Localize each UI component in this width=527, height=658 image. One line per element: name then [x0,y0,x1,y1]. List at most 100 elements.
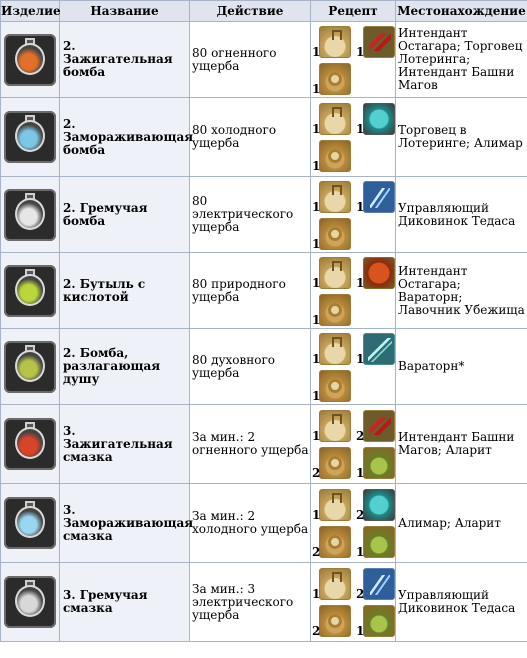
recipe-ingredient: 2 [356,486,396,523]
ingredient-quantity: 1 [356,624,365,638]
concentrator-icon[interactable] [319,369,351,402]
distillation-agent-icon[interactable] [363,526,395,558]
ingredient-quantity: 2 [356,587,365,601]
lifestone-icon[interactable] [363,256,395,289]
item-location: Торговец в Лотеринге; Алимар [395,97,527,177]
recipe-ingredient: 1 [312,60,356,97]
item-action: За мин.: 3 электрического ущерба [189,562,311,642]
dragonthorn-icon[interactable] [363,410,395,442]
table-row: 2. Зажигательная бомба 80 огненного ущерб… [0,21,527,98]
flask-icon[interactable] [319,568,351,600]
concentrator-icon[interactable] [319,605,351,637]
ingredient-quantity: 1 [312,236,321,251]
ingredient-quantity: 1 [312,587,321,601]
recipe-ingredient: 1 [312,565,356,602]
recipe-ingredient: 1 [312,215,356,252]
item-name: 2. Замораживающая бомба [59,97,193,177]
item-action: 80 электрического ущерба [189,176,311,253]
item-action: 80 природного ущерба [189,252,311,329]
concentrator-icon[interactable] [319,217,351,250]
recipe-ingredient: 1 [312,291,356,328]
recipe-cell: 1 1 1 [310,328,396,405]
item-name: 3. Гремучая смазка [59,562,190,642]
ingredient-quantity: 1 [312,275,321,290]
flask-icon[interactable] [319,103,351,135]
fire-coating-icon [4,418,56,470]
item-location: Управляющий Диковинок Тедаса [395,562,527,642]
dragonthorn-icon[interactable] [363,25,395,58]
table-row: 2. Бутыль с кислотой 80 природного ущерба… [0,252,527,329]
recipe-ingredient: 1 [356,100,396,137]
recipe-ingredient: 1 [356,254,396,291]
ingredient-quantity: 1 [356,351,365,366]
header-row: Изделие Название Действие Рецепт Местона… [0,0,527,22]
ingredient-quantity: 1 [356,466,365,480]
recipe-ingredient: 1 [356,444,396,481]
lightning-icon[interactable] [363,568,395,600]
item-name: 2. Бутыль с кислотой [59,252,190,329]
ingredient-quantity: 1 [312,388,321,403]
item-name: 2. Гремучая бомба [59,176,190,253]
flask-icon[interactable] [319,489,351,521]
flask-icon[interactable] [319,332,351,365]
recipe-ingredient: 2 [312,444,356,481]
concentrator-icon[interactable] [319,526,351,558]
item-action: 80 духовного ущерба [189,328,311,405]
col-header-name: Название [59,0,190,22]
col-header-action: Действие [189,0,311,22]
concentrator-icon[interactable] [319,447,351,479]
frostrock-icon[interactable] [363,103,395,135]
flask-icon[interactable] [319,25,351,58]
ingredient-quantity: 1 [356,122,365,136]
flask-icon[interactable] [319,410,351,442]
recipe-ingredient: 1 [312,23,356,60]
item-name: 3. Зажигательная смазка [59,404,190,484]
recipe-ingredient: 1 [312,486,356,523]
shock-bomb-icon [4,188,56,241]
distillation-agent-icon[interactable] [363,605,395,637]
item-location: Управляющий Диковинок Тедаса [395,176,527,253]
ingredient-quantity: 1 [356,44,365,59]
recipe-ingredient: 1 [356,23,396,60]
lightning-icon[interactable] [363,180,395,213]
item-icon-cell [0,404,60,484]
recipe-cell: 1 1 1 [310,176,396,253]
recipe-ingredient: 1 [356,178,396,215]
ingredient-quantity: 2 [356,429,365,443]
flask-icon[interactable] [319,180,351,213]
ingredient-quantity: 1 [356,545,365,559]
ingredient-quantity: 2 [356,508,365,522]
item-icon-cell [0,328,60,405]
recipe-cell: 1 1 1 [310,252,396,329]
item-action: 80 огненного ущерба [189,21,311,98]
crafting-table: Изделие Название Действие Рецепт Местона… [0,0,527,642]
recipe-ingredient: 2 [356,407,396,444]
table-row: 3. Гремучая смазка За мин.: 3 электрическ… [0,562,527,642]
concentrator-icon[interactable] [319,62,351,95]
frostrock-icon[interactable] [363,489,395,521]
item-name: 2. Зажигательная бомба [59,21,190,98]
item-location: Интендант Остагара; Торговец Лотеринга; … [395,21,527,98]
distillation-agent-icon[interactable] [363,447,395,479]
item-location: Интендант Башни Магов; Аларит [395,404,527,484]
frost-coating-icon [4,497,56,549]
recipe-cell: 1 2 2 1 [310,562,396,642]
ingredient-quantity: 1 [312,122,321,136]
item-icon-cell [0,252,60,329]
ingredient-quantity: 2 [312,545,321,559]
item-action: За мин.: 2 холодного ущерба [189,483,311,563]
item-icon-cell [0,97,60,177]
recipe-cell: 1 1 1 [310,97,396,177]
ingredient-quantity: 1 [312,44,321,59]
ingredient-quantity: 1 [312,159,321,173]
flask-icon[interactable] [319,256,351,289]
spirit-shard-icon[interactable] [363,332,395,365]
acid-flask-icon [4,264,56,317]
concentrator-icon[interactable] [319,140,351,172]
concentrator-icon[interactable] [319,293,351,326]
table-row: 2. Замораживающая бомба 80 холодного ущер… [0,97,527,177]
item-name: 3. Замораживающая смазка [59,483,193,563]
item-icon-cell [0,176,60,253]
freeze-bomb-icon [4,111,56,163]
recipe-ingredient: 1 [312,178,356,215]
